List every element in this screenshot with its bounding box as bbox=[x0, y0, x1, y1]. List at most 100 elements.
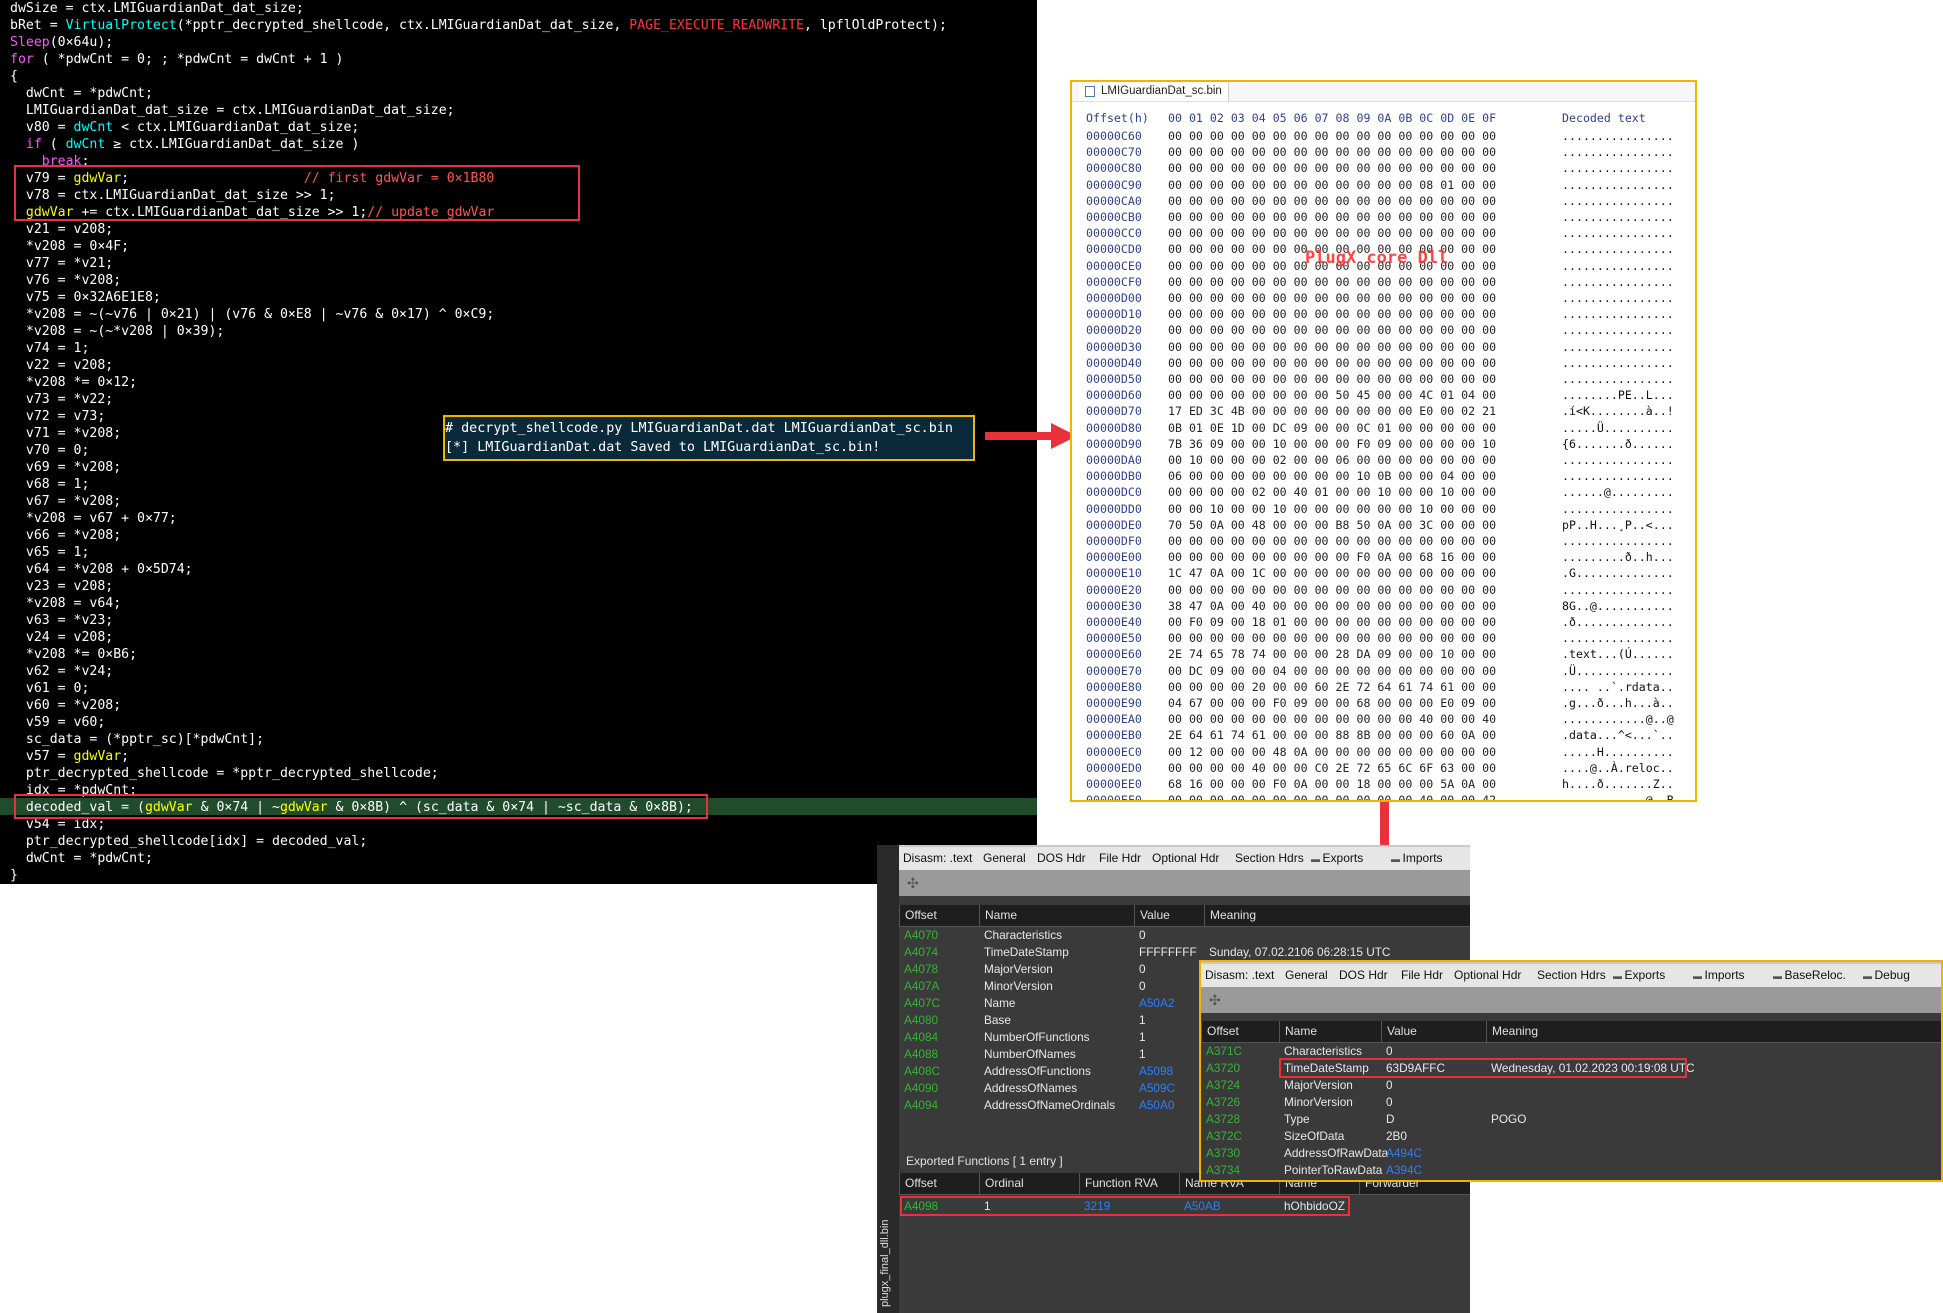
table-cell[interactable]: A4084 bbox=[904, 1029, 938, 1046]
table-cell[interactable]: Name bbox=[984, 995, 1015, 1012]
tab-optional-hdr[interactable]: Optional Hdr bbox=[1450, 964, 1542, 987]
hex-decoded-cell[interactable]: ................ bbox=[1562, 306, 1674, 322]
hex-decoded-cell[interactable]: .........ð..h... bbox=[1562, 549, 1674, 565]
table-cell[interactable]: A3726 bbox=[1206, 1094, 1240, 1111]
hex-decoded-cell[interactable]: ................ bbox=[1562, 339, 1674, 355]
table-cell[interactable]: 1 bbox=[1139, 1046, 1146, 1063]
hex-bytes-cell[interactable]: 00 00 00 00 00 00 00 00 00 F0 0A 00 68 1… bbox=[1168, 549, 1496, 565]
hex-bytes-cell[interactable]: 1C 47 0A 00 1C 00 00 00 00 00 00 00 00 0… bbox=[1168, 565, 1496, 581]
hex-decoded-cell[interactable]: .....H.......... bbox=[1562, 744, 1674, 760]
hex-decoded-cell[interactable]: .í<K........à..! bbox=[1562, 403, 1674, 419]
column-header[interactable]: Offset bbox=[899, 1173, 979, 1194]
hex-offset-cell[interactable]: 00000D80 bbox=[1086, 420, 1142, 436]
table-cell[interactable]: A3734 bbox=[1206, 1162, 1240, 1179]
table-cell[interactable]: A4090 bbox=[904, 1080, 938, 1097]
table-cell[interactable]: POGO bbox=[1491, 1111, 1526, 1128]
hex-bytes-cell[interactable]: 2E 74 65 78 74 00 00 00 28 DA 09 00 00 1… bbox=[1168, 646, 1496, 662]
hex-offset-cell[interactable]: 00000E00 bbox=[1086, 549, 1142, 565]
hex-offset-cell[interactable]: 00000E60 bbox=[1086, 646, 1142, 662]
hex-decoded-cell[interactable]: ................ bbox=[1562, 290, 1674, 306]
hex-decoded-cell[interactable]: ................ bbox=[1562, 258, 1674, 274]
column-header[interactable]: Offset bbox=[899, 905, 979, 926]
table-cell[interactable]: 0 bbox=[1139, 927, 1146, 944]
hex-bytes-cell[interactable]: 00 F0 09 00 18 01 00 00 00 00 00 00 00 0… bbox=[1168, 614, 1496, 630]
table-cell[interactable]: 1 bbox=[1139, 1012, 1146, 1029]
table-cell[interactable]: TimeDateStamp bbox=[984, 944, 1069, 961]
tab-imports[interactable]: ▬ Imports bbox=[1387, 847, 1470, 870]
table-cell[interactable]: NumberOfFunctions bbox=[984, 1029, 1090, 1046]
hex-offset-cell[interactable]: 00000D50 bbox=[1086, 371, 1142, 387]
table-cell[interactable]: AddressOfFunctions bbox=[984, 1063, 1091, 1080]
tab-section-hdrs[interactable]: Section Hdrs bbox=[1231, 847, 1316, 870]
column-header[interactable]: Meaning bbox=[1486, 1021, 1941, 1042]
hex-bytes-cell[interactable]: 00 00 10 00 00 10 00 00 00 00 00 00 10 0… bbox=[1168, 501, 1496, 517]
tab-debug[interactable]: ▬ Debug bbox=[1859, 964, 1941, 987]
hex-decoded-cell[interactable]: ......@......... bbox=[1562, 484, 1674, 500]
tab-basereloc[interactable]: ▬ BaseReloc. bbox=[1769, 964, 1868, 987]
hex-decoded-cell[interactable]: 8G..@........... bbox=[1562, 598, 1674, 614]
hex-offset-cell[interactable]: 00000C70 bbox=[1086, 144, 1142, 160]
hex-bytes-cell[interactable]: 00 00 00 00 00 00 00 00 00 00 00 00 00 0… bbox=[1168, 128, 1496, 144]
table-cell[interactable]: MinorVersion bbox=[1284, 1094, 1353, 1111]
hex-bytes-cell[interactable]: 00 00 00 00 00 00 00 00 00 00 00 00 00 0… bbox=[1168, 274, 1496, 290]
hex-decoded-cell[interactable]: {6.......ð...... bbox=[1562, 436, 1674, 452]
column-header[interactable]: Offset bbox=[1201, 1021, 1279, 1042]
hex-offset-cell[interactable]: 00000D30 bbox=[1086, 339, 1142, 355]
column-header[interactable]: Value bbox=[1134, 905, 1204, 926]
hex-decoded-cell[interactable]: ................ bbox=[1562, 533, 1674, 549]
hex-decoded-cell[interactable]: ............@..@ bbox=[1562, 711, 1674, 727]
table-cell[interactable]: SizeOfData bbox=[1284, 1128, 1344, 1145]
table-cell[interactable]: A372C bbox=[1206, 1128, 1242, 1145]
tab-optional-hdr[interactable]: Optional Hdr bbox=[1148, 847, 1240, 870]
column-header[interactable]: Value bbox=[1381, 1021, 1486, 1042]
hex-bytes-cell[interactable]: 17 ED 3C 4B 00 00 00 00 00 00 00 00 E0 0… bbox=[1168, 403, 1496, 419]
hex-decoded-cell[interactable]: ................ bbox=[1562, 322, 1674, 338]
table-cell[interactable]: Sunday, 07.02.2106 06:28:15 UTC bbox=[1209, 944, 1390, 961]
hex-bytes-cell[interactable]: 00 00 00 00 00 00 00 00 00 00 00 00 00 0… bbox=[1168, 355, 1496, 371]
hex-bytes-cell[interactable]: 00 00 00 00 02 00 40 01 00 00 10 00 00 1… bbox=[1168, 484, 1496, 500]
hex-bytes-cell[interactable]: 00 00 00 00 00 00 00 00 00 00 00 00 40 0… bbox=[1168, 711, 1496, 727]
hex-bytes-cell[interactable]: 00 00 00 00 00 00 00 00 00 00 00 00 00 0… bbox=[1168, 225, 1496, 241]
hex-offset-cell[interactable]: 00000D10 bbox=[1086, 306, 1142, 322]
table-cell[interactable]: A3728 bbox=[1206, 1111, 1240, 1128]
table-cell[interactable]: A4080 bbox=[904, 1012, 938, 1029]
table-cell[interactable]: Base bbox=[984, 1012, 1011, 1029]
hex-offset-cell[interactable]: 00000CA0 bbox=[1086, 193, 1142, 209]
hex-offset-cell[interactable]: 00000D40 bbox=[1086, 355, 1142, 371]
hex-bytes-cell[interactable]: 00 00 00 00 00 00 00 00 50 45 00 00 4C 0… bbox=[1168, 387, 1496, 403]
hex-offset-cell[interactable]: 00000DF0 bbox=[1086, 533, 1142, 549]
hex-decoded-cell[interactable]: ............@..B bbox=[1562, 792, 1674, 800]
hex-offset-cell[interactable]: 00000DE0 bbox=[1086, 517, 1142, 533]
hex-offset-cell[interactable]: 00000D00 bbox=[1086, 290, 1142, 306]
hex-bytes-cell[interactable]: 2E 64 61 74 61 00 00 00 88 8B 00 00 00 6… bbox=[1168, 727, 1496, 743]
table-cell[interactable]: A3724 bbox=[1206, 1077, 1240, 1094]
hex-bytes-cell[interactable]: 00 00 00 00 00 00 00 00 00 00 00 00 00 0… bbox=[1168, 630, 1496, 646]
table-cell[interactable]: 0 bbox=[1386, 1077, 1393, 1094]
tab-exports[interactable]: ▬ Exports bbox=[1307, 847, 1396, 870]
hex-offset-cell[interactable]: 00000DD0 bbox=[1086, 501, 1142, 517]
hex-offset-cell[interactable]: 00000CB0 bbox=[1086, 209, 1142, 225]
hex-decoded-cell[interactable]: ................ bbox=[1562, 144, 1674, 160]
hex-offset-cell[interactable]: 00000D20 bbox=[1086, 322, 1142, 338]
hex-decoded-cell[interactable]: ................ bbox=[1562, 225, 1674, 241]
table-cell[interactable]: A494C bbox=[1386, 1145, 1422, 1162]
hex-decoded-cell[interactable]: .g...ð...h...à.. bbox=[1562, 695, 1674, 711]
hex-decoded-cell[interactable]: .Ü.............. bbox=[1562, 663, 1674, 679]
tab-exports[interactable]: ▬ Exports bbox=[1609, 964, 1698, 987]
hex-offset-cell[interactable]: 00000EF0 bbox=[1086, 792, 1142, 800]
table-cell[interactable]: 1 bbox=[1139, 1029, 1146, 1046]
table-cell[interactable]: A4094 bbox=[904, 1097, 938, 1114]
hex-bytes-cell[interactable]: 06 00 00 00 00 00 00 00 00 10 0B 00 00 0… bbox=[1168, 468, 1496, 484]
hex-bytes-cell[interactable]: 00 00 00 00 00 00 00 00 00 00 00 00 40 0… bbox=[1168, 792, 1496, 800]
hex-bytes-cell[interactable]: 00 00 00 00 00 00 00 00 00 00 00 00 00 0… bbox=[1168, 322, 1496, 338]
hex-bytes-cell[interactable]: 00 12 00 00 00 48 0A 00 00 00 00 00 00 0… bbox=[1168, 744, 1496, 760]
hex-offset-cell[interactable]: 00000E20 bbox=[1086, 582, 1142, 598]
hex-decoded-cell[interactable]: ....@..À.reloc.. bbox=[1562, 760, 1674, 776]
table-cell[interactable]: Characteristics bbox=[984, 927, 1062, 944]
hex-bytes-cell[interactable]: 00 00 00 00 00 00 00 00 00 00 00 00 00 0… bbox=[1168, 160, 1496, 176]
hex-offset-cell[interactable]: 00000CD0 bbox=[1086, 241, 1142, 257]
hex-decoded-cell[interactable]: ................ bbox=[1562, 371, 1674, 387]
hex-offset-cell[interactable]: 00000EB0 bbox=[1086, 727, 1142, 743]
table-cell[interactable]: 0 bbox=[1139, 978, 1146, 995]
table-cell[interactable]: A4074 bbox=[904, 944, 938, 961]
